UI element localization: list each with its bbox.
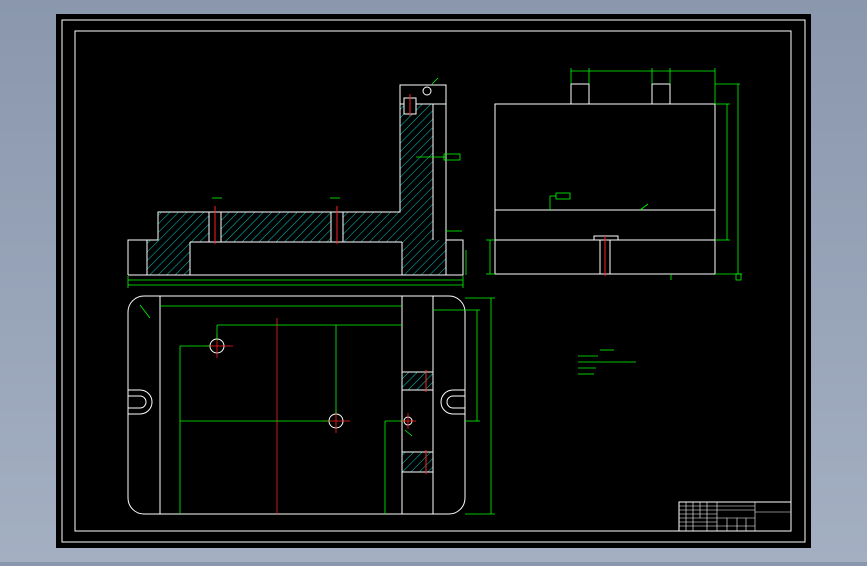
cad-viewport[interactable]	[0, 0, 867, 562]
pocket-hatch	[401, 371, 434, 391]
cad-drawing-canvas[interactable]	[0, 0, 867, 562]
pocket-hatch	[401, 451, 434, 473]
title-block[interactable]	[678, 501, 792, 532]
title-block-frame	[678, 501, 792, 532]
